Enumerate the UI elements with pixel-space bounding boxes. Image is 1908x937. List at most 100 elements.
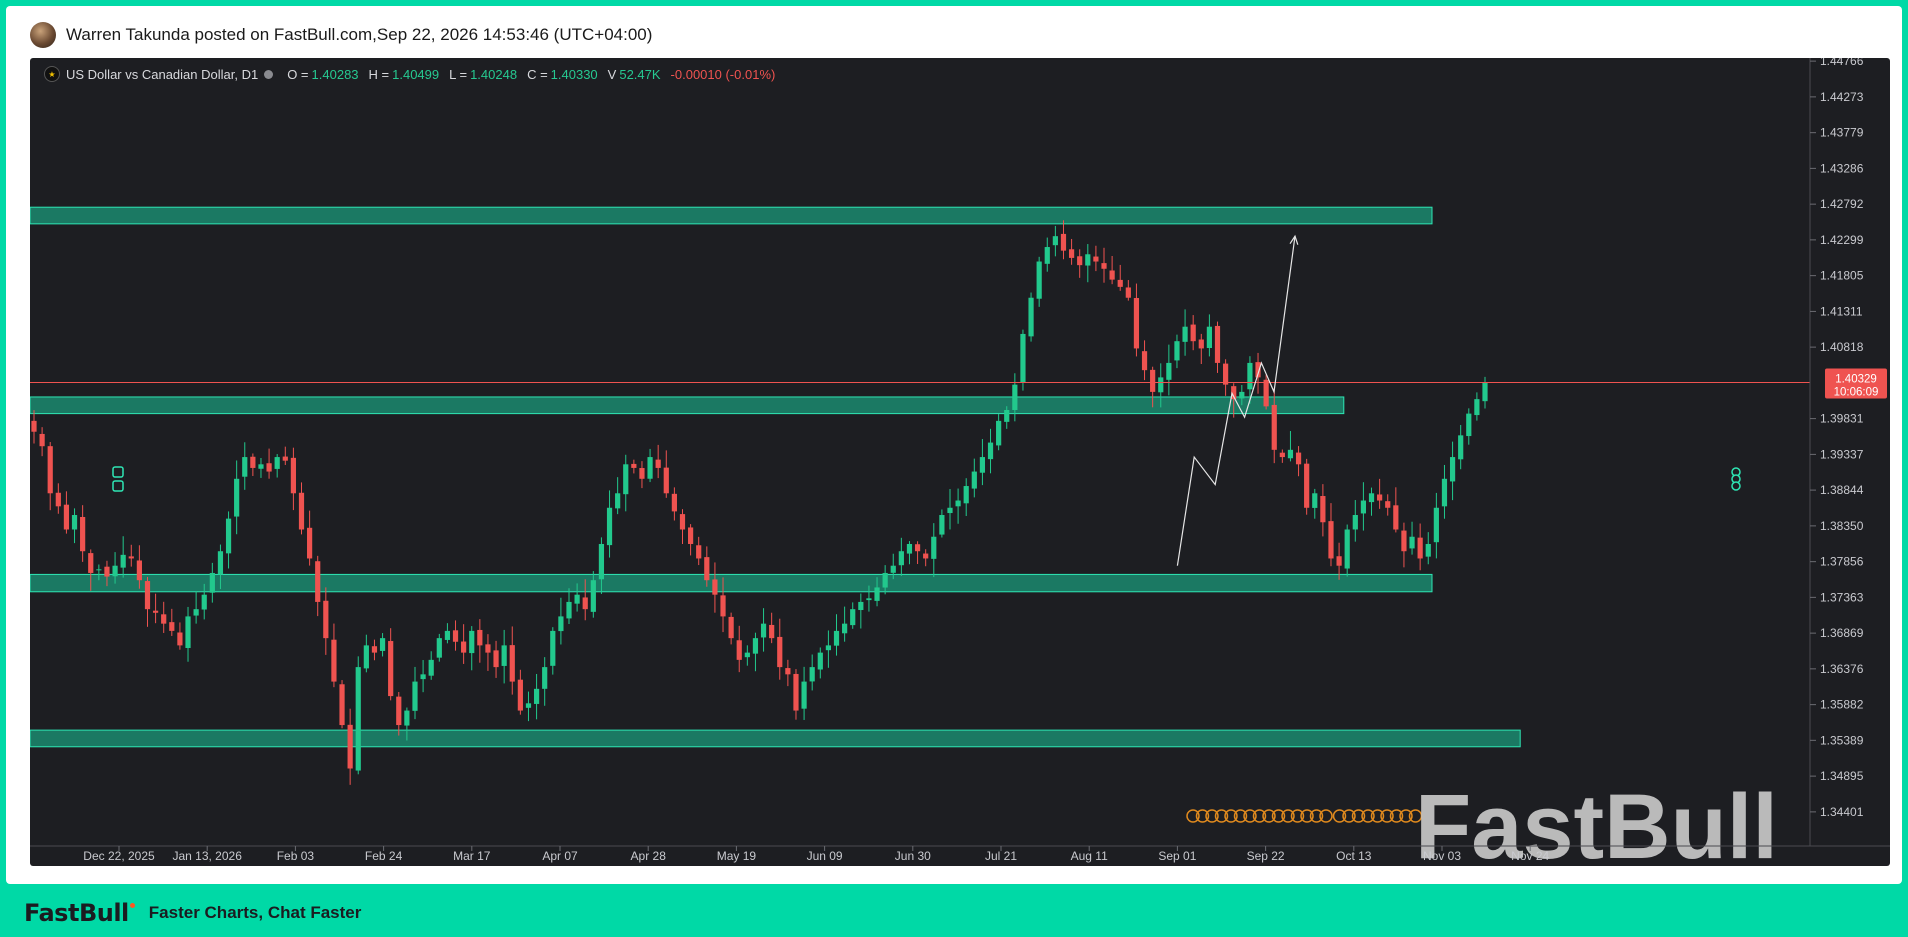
candle-body[interactable]	[1482, 382, 1488, 402]
candle-body[interactable]	[696, 545, 702, 559]
candle-body[interactable]	[1020, 333, 1026, 383]
candle-body[interactable]	[1125, 287, 1131, 298]
zone-handle[interactable]	[112, 480, 124, 492]
zone-handle[interactable]	[112, 466, 124, 478]
candle-body[interactable]	[509, 645, 515, 682]
candle-body[interactable]	[533, 688, 540, 704]
candle-body[interactable]	[266, 463, 272, 472]
candle-body[interactable]	[282, 456, 288, 461]
candle-body[interactable]	[185, 616, 191, 648]
candle-body[interactable]	[1474, 399, 1480, 416]
candle-body[interactable]	[1449, 457, 1456, 482]
candle-body[interactable]	[136, 560, 142, 581]
candle-body[interactable]	[371, 646, 378, 653]
footer-logo[interactable]: FastBull	[24, 899, 135, 927]
candle-body[interactable]	[225, 518, 232, 554]
candle-body[interactable]	[623, 464, 629, 495]
candle-body[interactable]	[517, 679, 523, 711]
candle-body[interactable]	[906, 543, 913, 554]
candle-body[interactable]	[1158, 377, 1164, 393]
candle-body[interactable]	[874, 587, 880, 601]
candle-body[interactable]	[1239, 391, 1245, 399]
candle-body[interactable]	[477, 629, 483, 646]
candle-body[interactable]	[793, 673, 799, 711]
candle-body[interactable]	[404, 710, 410, 726]
candle-body[interactable]	[923, 553, 929, 559]
candle-body[interactable]	[31, 420, 37, 432]
candle-body[interactable]	[598, 543, 605, 580]
candle-body[interactable]	[1328, 521, 1334, 559]
chart-panel[interactable]: FastBull 1.44766 1.44273 1.43779 1.43286 1.4…	[30, 58, 1890, 866]
candle-body[interactable]	[801, 681, 807, 709]
candle-body[interactable]	[1223, 363, 1229, 385]
candle-body[interactable]	[1012, 384, 1018, 411]
candle-body[interactable]	[736, 640, 742, 660]
candle-body[interactable]	[144, 581, 151, 610]
candle-body[interactable]	[704, 557, 710, 581]
candle-body[interactable]	[866, 598, 872, 601]
candle-body[interactable]	[996, 420, 1002, 446]
candle-body[interactable]	[1304, 463, 1310, 508]
candle-body[interactable]	[234, 478, 240, 517]
candle-body[interactable]	[493, 650, 499, 668]
candle-body[interactable]	[323, 600, 329, 639]
candle-body[interactable]	[1133, 298, 1140, 349]
candle-body[interactable]	[1441, 478, 1448, 507]
candle-body[interactable]	[1101, 263, 1107, 269]
candle-body[interactable]	[347, 724, 353, 769]
candle-body[interactable]	[606, 507, 613, 546]
candle-body[interactable]	[1141, 351, 1148, 371]
candle-body[interactable]	[88, 553, 94, 573]
candle-body[interactable]	[307, 527, 313, 559]
candle-body[interactable]	[1344, 529, 1350, 569]
zone-handle[interactable]	[1731, 481, 1741, 491]
candle-body[interactable]	[687, 527, 694, 544]
candlestick-chart[interactable]: FastBull 1.44766 1.44273 1.43779 1.43286 1.4…	[30, 58, 1890, 866]
candle-body[interactable]	[1109, 270, 1115, 280]
candle-body[interactable]	[833, 630, 840, 646]
candle-body[interactable]	[71, 515, 78, 530]
candle-body[interactable]	[720, 595, 726, 617]
candle-body[interactable]	[128, 556, 134, 559]
candle-body[interactable]	[1287, 449, 1294, 459]
candle-body[interactable]	[298, 492, 305, 530]
candle-body[interactable]	[461, 641, 467, 653]
candle-body[interactable]	[1271, 404, 1277, 450]
candle-body[interactable]	[1198, 339, 1204, 349]
candle-body[interactable]	[1214, 325, 1221, 363]
candle-body[interactable]	[825, 645, 832, 651]
candle-body[interactable]	[1377, 494, 1383, 501]
candle-body[interactable]	[1336, 556, 1342, 566]
candle-body[interactable]	[379, 638, 386, 651]
candle-body[interactable]	[1401, 530, 1407, 552]
candle-body[interactable]	[412, 681, 418, 711]
candle-body[interactable]	[1417, 537, 1423, 559]
candle-body[interactable]	[979, 457, 986, 473]
candle-body[interactable]	[1263, 379, 1269, 407]
candle-body[interactable]	[639, 468, 645, 479]
candle-body[interactable]	[1117, 279, 1123, 287]
candle-body[interactable]	[339, 684, 345, 726]
candle-body[interactable]	[177, 632, 183, 646]
candle-body[interactable]	[217, 551, 224, 575]
candle-body[interactable]	[1295, 452, 1302, 465]
candle-body[interactable]	[315, 561, 321, 602]
candle-body[interactable]	[501, 645, 507, 666]
candle-body[interactable]	[1093, 256, 1099, 262]
candle-body[interactable]	[525, 703, 532, 708]
candle-body[interactable]	[1385, 501, 1391, 508]
candle-body[interactable]	[420, 674, 426, 680]
candle-body[interactable]	[1352, 515, 1358, 530]
candle-body[interactable]	[436, 638, 442, 658]
candle-body[interactable]	[47, 446, 53, 494]
candle-body[interactable]	[1368, 493, 1375, 503]
candle-body[interactable]	[858, 601, 864, 611]
candle-body[interactable]	[39, 433, 45, 447]
candle-body[interactable]	[63, 504, 70, 530]
candle-body[interactable]	[939, 515, 945, 535]
candle-body[interactable]	[882, 572, 888, 588]
candle-body[interactable]	[558, 616, 564, 632]
candle-body[interactable]	[842, 623, 848, 634]
candle-body[interactable]	[1174, 341, 1180, 361]
candle-body[interactable]	[396, 696, 402, 726]
